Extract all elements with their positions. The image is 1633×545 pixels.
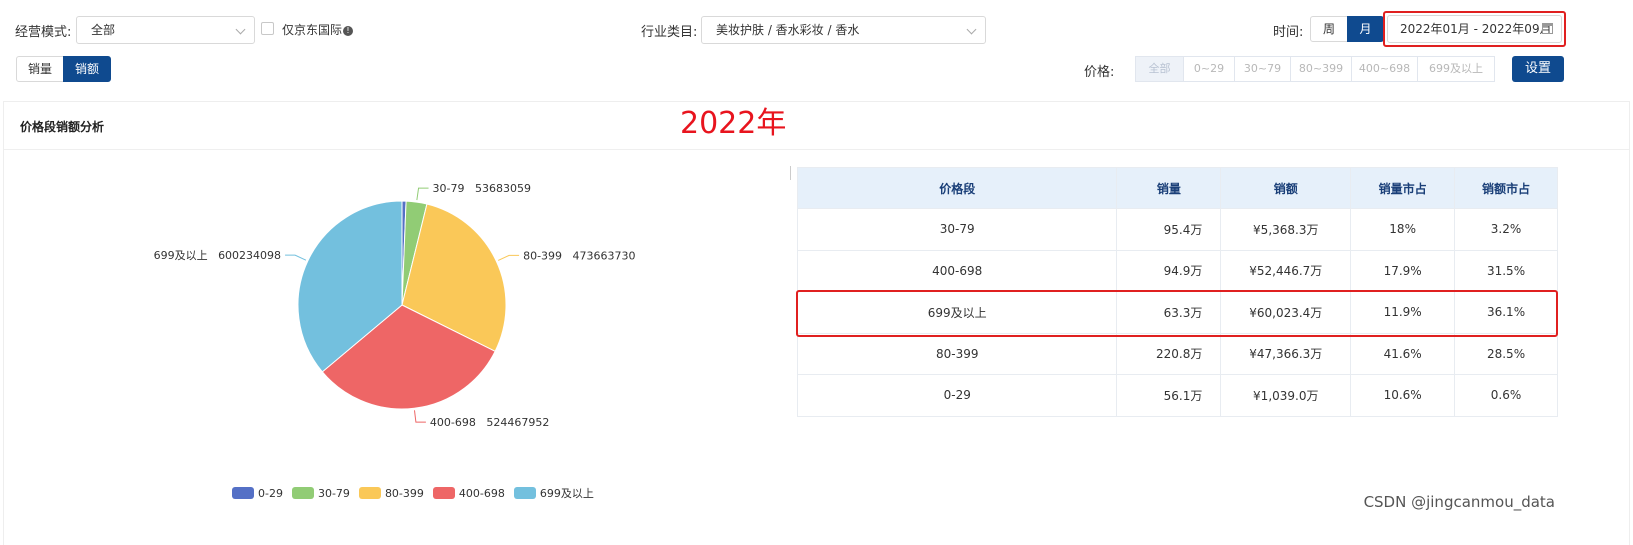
table-cell: 0-29 (796, 374, 1118, 417)
chevron-down-icon (966, 24, 977, 35)
legend-item[interactable]: 400-698 (432, 486, 505, 500)
table-row: 0-29 56.1万 ¥1,039.0万 10.6% 0.6% (796, 374, 1558, 417)
table-cell: 95.4万 (1116, 208, 1222, 251)
table-cell: 41.6% (1350, 332, 1456, 375)
price-option-30-79[interactable]: 30~79 (1234, 56, 1291, 82)
pie-leader-line (497, 254, 520, 261)
table-cell: 94.9万 (1116, 249, 1222, 292)
table-cell: 18% (1350, 208, 1456, 251)
legend-item[interactable]: 30-79 (291, 486, 350, 500)
table-cell: 30-79 (796, 208, 1118, 251)
price-label: 价格: (1084, 65, 1115, 80)
jd-only-checkbox[interactable] (261, 22, 274, 35)
pie-leader-line (416, 187, 429, 201)
table-cell: 0.6% (1454, 374, 1558, 417)
table-cell: 3.2% (1454, 208, 1558, 251)
legend-swatch (513, 487, 536, 499)
col-header-amount-share: 销额市占 (1454, 167, 1558, 209)
price-option-80-399[interactable]: 80~399 (1290, 56, 1352, 82)
metric-amount-button[interactable]: 销额 (63, 56, 111, 82)
pie-data-label: 400-698 524467952 (430, 416, 549, 429)
year-annotation: 2022年 (680, 106, 787, 141)
price-option-699-plus[interactable]: 699及以上 (1417, 56, 1495, 82)
table-cell: ¥52,446.7万 (1220, 249, 1352, 292)
category-select-value: 美妆护肤 / 香水彩妆 / 香水 (716, 23, 860, 37)
time-label: 时间: (1273, 25, 1304, 40)
table-cell: 10.6% (1350, 374, 1456, 417)
price-option-0-29[interactable]: 0~29 (1183, 56, 1235, 82)
table-cell: 220.8万 (1116, 332, 1222, 375)
legend-swatch (432, 487, 455, 499)
divider (790, 166, 791, 180)
table-cell: 400-698 (796, 249, 1118, 292)
time-month-button[interactable]: 月 (1347, 16, 1384, 42)
legend-swatch (358, 487, 381, 499)
pie-data-label: 699及以上 600234098 (154, 249, 281, 262)
table-cell: 17.9% (1350, 249, 1456, 292)
watermark: CSDN @jingcanmou_data (1363, 493, 1555, 511)
legend-label: 80-399 (384, 486, 424, 500)
table-row: 400-698 94.9万 ¥52,446.7万 17.9% 31.5% (796, 249, 1558, 292)
table-cell: ¥1,039.0万 (1220, 374, 1352, 417)
table-cell: 28.5% (1454, 332, 1558, 375)
table-row: 30-79 95.4万 ¥5,368.3万 18% 3.2% (796, 208, 1558, 251)
category-label: 行业类目: (641, 25, 698, 40)
pie-leader-line (285, 254, 307, 261)
legend-label: 30-79 (317, 486, 350, 500)
legend-label: 699及以上 (539, 487, 594, 500)
legend-swatch (232, 487, 254, 499)
legend-item[interactable]: 0-29 (232, 487, 283, 500)
table-row: 80-399 220.8万 ¥47,366.3万 41.6% 28.5% (796, 332, 1558, 375)
table-cell: 56.1万 (1116, 374, 1222, 417)
col-header-amount: 销额 (1220, 167, 1352, 209)
highlight-box-date (1383, 11, 1566, 47)
time-week-button[interactable]: 周 (1310, 16, 1348, 42)
metric-volume-button[interactable]: 销量 (16, 56, 64, 82)
table-cell: 80-399 (796, 332, 1118, 375)
mode-label: 经营模式: (15, 25, 72, 40)
col-header-volume-share: 销量市占 (1350, 167, 1456, 209)
table-header-row: 价格段 销量 销额 销量市占 销额市占 (796, 167, 1558, 209)
legend-label: 400-698 (458, 486, 505, 500)
info-icon[interactable]: ! (343, 26, 354, 36)
highlight-box-row (796, 290, 1558, 337)
mode-select[interactable]: 全部 (76, 16, 255, 44)
pie-data-label: 30-79 53683059 (433, 182, 531, 195)
pie-data-label: 80-399 473663730 (523, 249, 635, 262)
mode-select-value: 全部 (91, 23, 116, 37)
table-cell: ¥5,368.3万 (1220, 208, 1352, 251)
legend-swatch (291, 487, 314, 499)
table-cell: 31.5% (1454, 249, 1558, 292)
pie-leader-line (413, 410, 426, 423)
settings-button[interactable]: 设置 (1512, 56, 1564, 82)
legend-item[interactable]: 80-399 (358, 486, 424, 500)
legend-item[interactable]: 699及以上 (513, 485, 594, 501)
pie-chart: 30-79 53683059 80-399 473663730 400-698 52… (154, 182, 636, 429)
col-header-price-segment: 价格段 (796, 167, 1118, 209)
legend-label: 0-29 (258, 486, 283, 500)
price-option-400-698[interactable]: 400~698 (1351, 56, 1418, 82)
price-option-all[interactable]: 全部 (1135, 56, 1184, 82)
col-header-volume: 销量 (1116, 167, 1222, 209)
panel-divider (4, 149, 1629, 150)
jd-only-label: 仅京东国际! (282, 21, 354, 38)
table-cell: ¥47,366.3万 (1220, 332, 1352, 375)
chart-legend: 0-29 30-79 80-399 400-698 699及以上 (232, 485, 603, 501)
category-select[interactable]: 美妆护肤 / 香水彩妆 / 香水 (701, 16, 986, 44)
panel-title: 价格段销额分析 (20, 120, 105, 134)
chevron-down-icon (235, 24, 246, 35)
